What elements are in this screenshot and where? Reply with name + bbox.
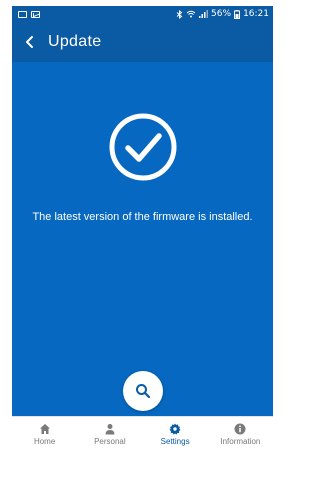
search-icon: [136, 384, 151, 399]
nav-label-home: Home: [33, 437, 56, 446]
bottom-nav: Home Personal Settings Information: [12, 416, 273, 452]
gear-icon: [169, 423, 181, 435]
check-circle-icon: [109, 113, 177, 181]
nav-item-personal[interactable]: Personal: [77, 417, 142, 452]
wifi-icon: [186, 10, 196, 18]
nav-item-settings[interactable]: Settings: [143, 417, 208, 452]
info-icon: [234, 423, 246, 435]
status-bar: 56% 16:21: [12, 6, 273, 22]
person-icon: [105, 424, 115, 435]
firmware-status-message: The latest version of the firmware is in…: [32, 211, 253, 223]
phone-screen: 56% 16:21 Update The latest version of t…: [12, 6, 273, 452]
mail-icon: [31, 10, 40, 18]
nav-item-information[interactable]: Information: [208, 417, 273, 452]
app-bar: Update: [12, 22, 273, 62]
chevron-left-icon: [26, 36, 33, 48]
status-right: 56% 16:21: [176, 9, 269, 19]
signal-icon: [199, 10, 209, 18]
battery-icon: [234, 9, 241, 19]
clock: 16:21: [243, 9, 269, 19]
battery-percent: 56%: [211, 9, 232, 19]
sim-icon: [18, 10, 27, 18]
nav-label-information: Information: [220, 437, 261, 446]
nav-label-personal: Personal: [94, 437, 126, 446]
nav-label-settings: Settings: [160, 437, 190, 446]
page-title: Update: [48, 33, 102, 50]
bluetooth-icon: [176, 9, 183, 19]
back-button[interactable]: [12, 22, 48, 62]
status-left: [18, 10, 40, 18]
nav-item-home[interactable]: Home: [12, 417, 77, 452]
search-button[interactable]: [123, 371, 163, 411]
home-icon: [39, 424, 50, 434]
update-content: The latest version of the firmware is in…: [12, 62, 273, 416]
